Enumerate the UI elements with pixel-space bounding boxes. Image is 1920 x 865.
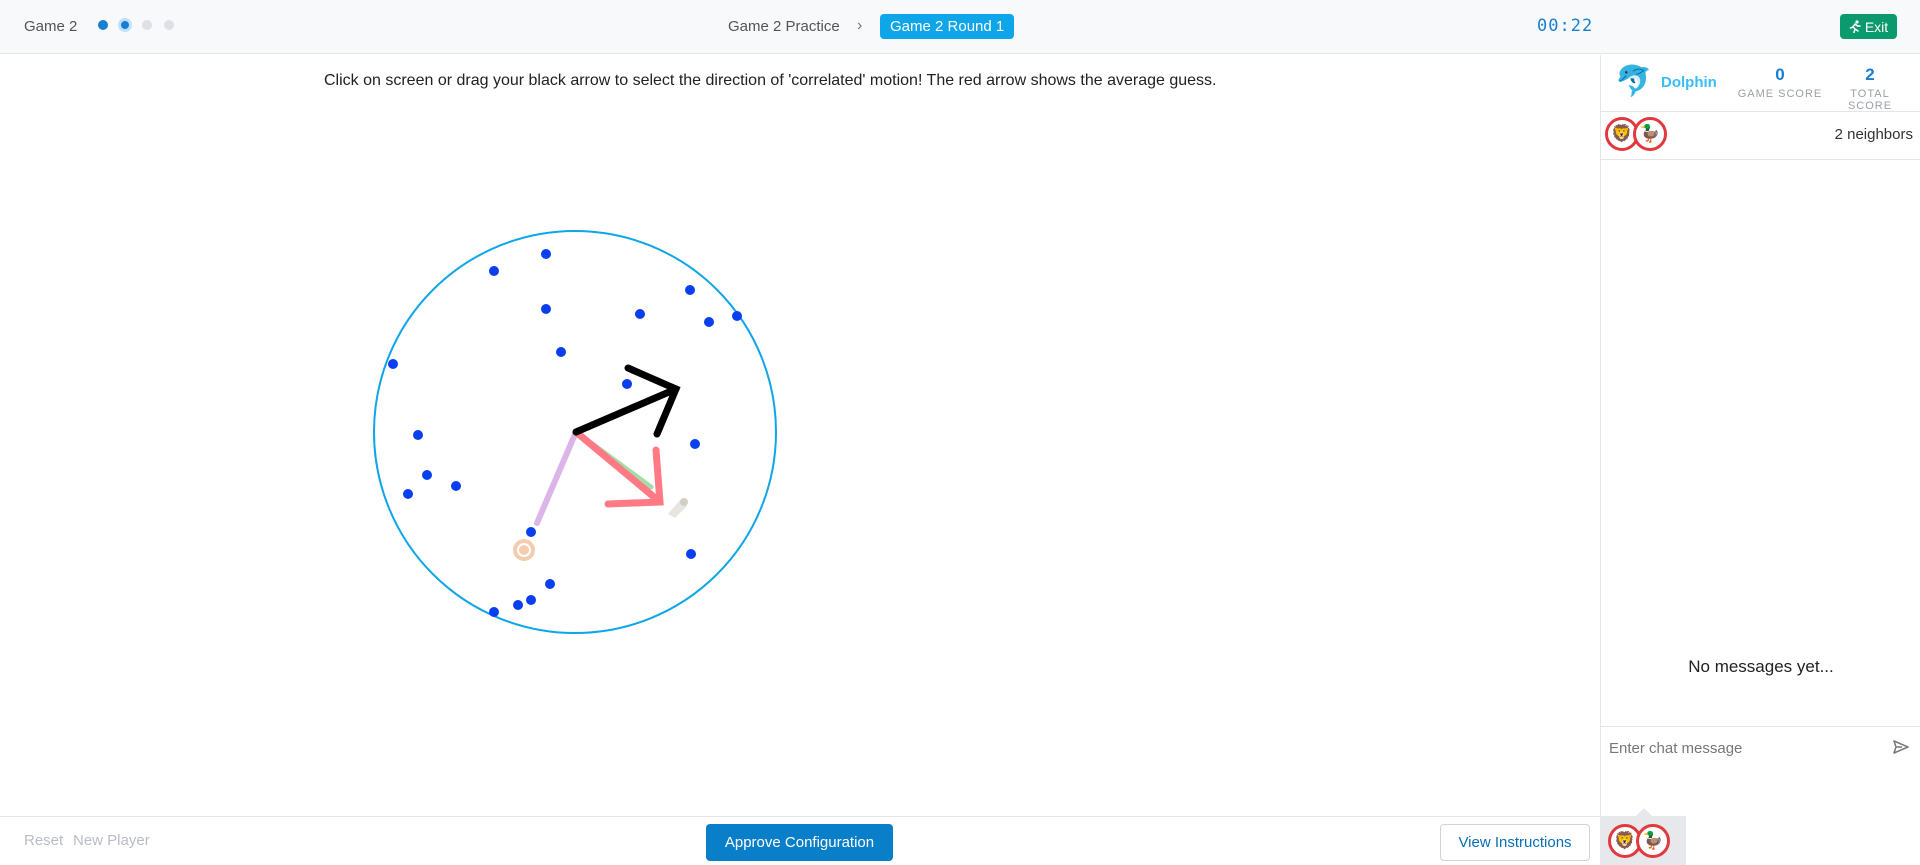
total-score-value: 2: [1865, 65, 1875, 84]
motion-dot: [541, 249, 551, 259]
tab-neighbor-avatars: 🦁 🦆: [1608, 824, 1670, 858]
moving-dots: [388, 249, 742, 617]
exit-button[interactable]: Exit: [1840, 14, 1897, 39]
motion-dot: [403, 489, 413, 499]
send-icon[interactable]: [1891, 737, 1911, 757]
chat-input[interactable]: [1607, 733, 1881, 763]
motion-dot: [489, 266, 499, 276]
breadcrumb-current-round: Game 2 Round 1: [880, 14, 1015, 39]
breadcrumb-chevron-icon: ›: [857, 17, 863, 34]
duck-avatar-marker: [668, 498, 688, 518]
step-dot: [98, 20, 108, 30]
game-score: 0 GAME SCORE: [1737, 65, 1823, 100]
game-score-value: 0: [1775, 65, 1785, 84]
step-progress: [98, 18, 174, 32]
total-score-label: TOTAL SCORE: [1847, 88, 1893, 112]
motion-dot: [686, 549, 696, 559]
player-summary: 🐬 Dolphin 0 GAME SCORE 2 TOTAL SCORE: [1601, 55, 1920, 112]
sidebar: 🐬 Dolphin 0 GAME SCORE 2 TOTAL SCORE 🦁 🦆…: [1600, 55, 1920, 865]
motion-dot: [489, 607, 499, 617]
breadcrumb-practice: Game 2 Practice: [728, 18, 840, 35]
step-dot-current: [118, 18, 132, 32]
total-score: 2 TOTAL SCORE: [1827, 65, 1913, 112]
dolphin-avatar-icon: 🐬: [1615, 65, 1653, 98]
lion-avatar-marker: [513, 539, 535, 561]
motion-dot: [732, 311, 742, 321]
round-timer: 00:22: [1537, 16, 1594, 36]
new-player-link[interactable]: New Player: [73, 832, 150, 849]
motion-dot: [526, 527, 536, 537]
motion-dot: [556, 347, 566, 357]
step-dot: [164, 20, 174, 30]
top-bar: Game 2 Game 2 Practice › Game 2 Round 1 …: [0, 0, 1920, 54]
running-person-icon: [1849, 20, 1861, 33]
view-instructions-button[interactable]: View Instructions: [1440, 824, 1590, 861]
game-score-label: GAME SCORE: [1737, 88, 1823, 100]
neighbors-chat-tab[interactable]: 🦁 🦆: [1600, 816, 1686, 865]
duck-avatar-icon[interactable]: 🦆: [1633, 117, 1667, 151]
neighbor-lion-arrow: [534, 429, 579, 526]
duck-avatar-icon: 🦆: [1636, 824, 1670, 858]
motion-arena[interactable]: [0, 55, 1600, 815]
bottom-bar: Reset New Player Approve Configuration V…: [0, 816, 1600, 865]
chat-empty-state: No messages yet...: [1688, 657, 1834, 676]
motion-dot: [545, 579, 555, 589]
player-name: Dolphin: [1661, 74, 1717, 91]
motion-dot: [388, 359, 398, 369]
chat-tab-caret: [1636, 808, 1652, 816]
average-guess-arrow: [572, 428, 664, 508]
motion-dot: [526, 595, 536, 605]
motion-dot: [541, 304, 551, 314]
motion-dot: [513, 600, 523, 610]
game-label: Game 2: [24, 18, 78, 35]
neighbor-avatars: 🦁 🦆: [1605, 117, 1667, 151]
exit-label: Exit: [1864, 18, 1889, 35]
my-direction-arrow[interactable]: [572, 364, 681, 438]
reset-link[interactable]: Reset: [24, 832, 63, 849]
step-dot: [142, 20, 152, 30]
motion-dot: [635, 309, 645, 319]
motion-dot: [451, 481, 461, 491]
motion-dot: [413, 430, 423, 440]
motion-dot: [622, 379, 632, 389]
neighbors-count: 2 neighbors: [1834, 126, 1913, 143]
chat-composer: [1601, 726, 1920, 767]
motion-dot: [685, 285, 695, 295]
neighbors-row: 🦁 🦆 2 neighbors: [1601, 111, 1920, 160]
motion-dot: [422, 470, 432, 480]
motion-dot: [704, 317, 714, 327]
approve-configuration-button[interactable]: Approve Configuration: [706, 824, 893, 861]
motion-dot: [690, 439, 700, 449]
